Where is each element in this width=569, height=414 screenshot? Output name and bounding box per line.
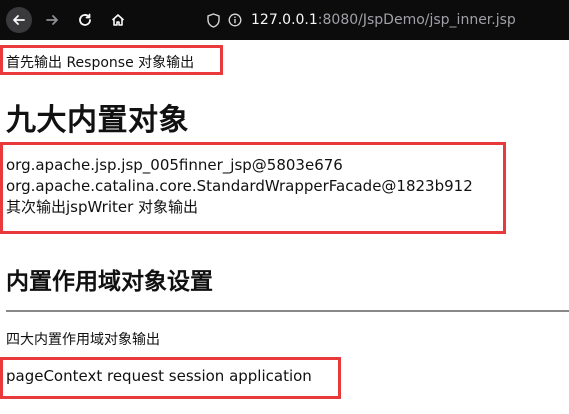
section-title: 内置作用域对象设置 — [6, 269, 213, 295]
back-button[interactable] — [6, 7, 32, 33]
url-bar[interactable]: 127.0.0.1:8080/JspDemo/jsp_inner.jsp — [197, 4, 569, 36]
page-info-icon[interactable] — [228, 13, 242, 27]
reload-button[interactable] — [72, 7, 98, 33]
scope-values-text: pageContext request session application — [6, 367, 312, 385]
object-line: org.apache.catalina.core.StandardWrapper… — [6, 177, 473, 195]
reload-icon — [79, 13, 91, 26]
forward-button[interactable] — [39, 7, 65, 33]
forward-arrow-icon — [46, 15, 58, 25]
object-line: org.apache.jsp.jsp_005finner_jsp@5803e67… — [6, 156, 343, 174]
back-arrow-icon — [13, 15, 25, 25]
response-output-text: 首先输出 Response 对象输出 — [6, 55, 195, 71]
shield-icon[interactable] — [207, 12, 220, 28]
url-text[interactable]: 127.0.0.1:8080/JspDemo/jsp_inner.jsp — [251, 12, 516, 28]
horizontal-rule — [6, 310, 569, 312]
object-line: 其次输出jspWriter 对象输出 — [6, 198, 199, 216]
url-path: :8080/JspDemo/jsp_inner.jsp — [317, 12, 516, 28]
browser-toolbar: 127.0.0.1:8080/JspDemo/jsp_inner.jsp — [0, 0, 569, 40]
url-host: 127.0.0.1 — [251, 12, 318, 28]
scope-output-label: 四大内置作用域对象输出 — [6, 332, 160, 348]
home-icon — [111, 14, 125, 26]
object-lines: org.apache.jsp.jsp_005finner_jsp@5803e67… — [6, 155, 473, 218]
page-title: 九大内置对象 — [6, 103, 189, 138]
home-button[interactable] — [105, 7, 131, 33]
